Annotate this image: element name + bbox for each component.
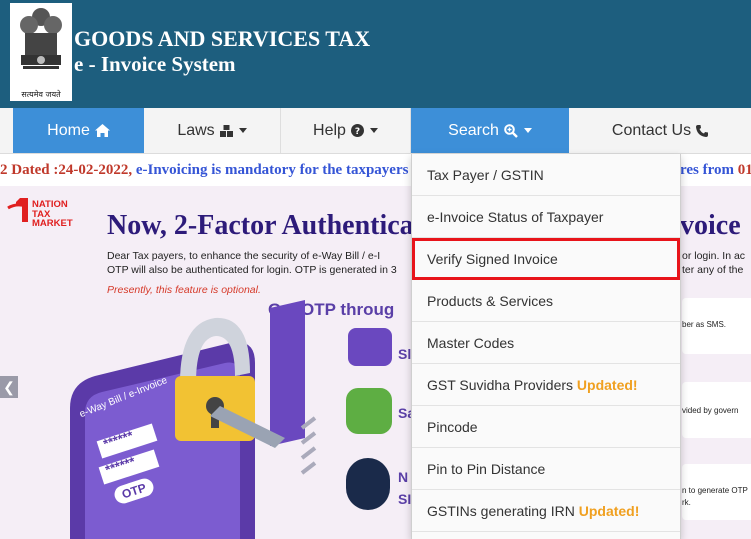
menu-item-gst-suvidha-providers[interactable]: GST Suvidha Providers Updated! <box>412 364 680 406</box>
chevron-down-icon <box>369 128 378 133</box>
menu-item-tax-payer-gstin[interactable]: Tax Payer / GSTIN <box>412 154 680 196</box>
search-plus-icon <box>504 123 518 138</box>
banner-headline-tail: voice <box>680 210 741 241</box>
menu-item-label: Tax Payer / GSTIN <box>427 167 544 183</box>
question-circle-icon: ? <box>350 124 364 137</box>
menu-item-products-services[interactable]: Products & Services <box>412 280 680 322</box>
side-card-text: vided by govern <box>682 406 739 415</box>
menu-item-pincode[interactable]: Pincode <box>412 406 680 448</box>
carousel-prev-arrow-icon[interactable]: ❮ <box>0 376 18 398</box>
menu-item-master-codes[interactable]: Master Codes <box>412 322 680 364</box>
nav-home[interactable]: Home <box>13 108 144 153</box>
ticker-date-tail: 01 <box>734 162 751 178</box>
side-info-card: ber as SMS. <box>682 298 751 354</box>
banner-paragraph-tail: ter any of the <box>682 264 744 276</box>
updated-badge: Updated! <box>578 503 640 519</box>
main-nav: Home Laws Help ? Search Contact Us <box>0 108 751 154</box>
nav-home-label: Home <box>47 121 90 139</box>
menu-item-label: Products & Services <box>427 293 554 309</box>
emblem-motto: सत्यमेव जयते <box>21 90 61 99</box>
menu-item-verify-signed-invoice[interactable]: Verify Signed Invoice <box>412 238 680 280</box>
menu-item-label: Master Codes <box>427 335 515 351</box>
nic-shield-app-icon <box>346 458 390 510</box>
search-dropdown-menu: Tax Payer / GSTIN e-Invoice Status of Ta… <box>411 154 681 539</box>
home-icon <box>94 124 110 137</box>
menu-item-label: GSTINs generating IRN <box>427 503 579 519</box>
svg-text:?: ? <box>355 127 360 137</box>
menu-item-label: e-Invoice Status of Taxpayer <box>427 209 604 225</box>
side-card-text: rk. <box>682 498 691 507</box>
cubes-icon <box>219 124 233 137</box>
menu-item-label: Verify Signed Invoice <box>427 251 558 267</box>
nav-search-label: Search <box>448 121 499 139</box>
chevron-down-icon <box>238 128 247 133</box>
phone-icon <box>696 124 709 137</box>
menu-item-label: GST Suvidha Providers <box>427 377 577 393</box>
banner-paragraph-line: OTP will also be authenticated for login… <box>107 264 397 276</box>
chevron-down-icon <box>523 128 532 133</box>
site-subtitle: e - Invoice System <box>74 52 236 76</box>
ticker-date: 2 Dated :24-02-2022, <box>0 162 133 178</box>
nav-help[interactable]: Help ? <box>281 108 411 153</box>
nation-tax-market-logo: NATION TAX MARKET <box>6 194 88 229</box>
side-card-text: ber as SMS. <box>682 320 727 329</box>
banner-paragraph-line: Dear Tax payers, to enhance the security… <box>107 250 381 262</box>
sms-chat-icon <box>348 328 392 366</box>
national-emblem-logo: सत्यमेव जयते <box>10 3 72 101</box>
menu-item-einvoice-status[interactable]: e-Invoice Status of Taxpayer <box>412 196 680 238</box>
nav-contact[interactable]: Contact Us <box>569 108 751 153</box>
menu-item-label: Pincode <box>427 419 478 435</box>
nav-contact-label: Contact Us <box>611 121 692 139</box>
nav-search[interactable]: Search <box>411 108 569 153</box>
ticker-message-tail: res from <box>680 162 735 178</box>
option-sms-label: Sl <box>398 346 412 362</box>
svg-text:MARKET: MARKET <box>32 218 73 226</box>
site-title: GOODS AND SERVICES TAX <box>74 26 371 51</box>
nav-help-label: Help <box>313 121 346 139</box>
menu-item-label: Pin to Pin Distance <box>427 461 546 477</box>
menu-item-gstins-generating-irn[interactable]: GSTINs generating IRN Updated! <box>412 490 680 532</box>
banner-headline: Now, 2-Factor Authenticat <box>107 210 423 241</box>
menu-item-pin-to-pin-distance[interactable]: Pin to Pin Distance <box>412 448 680 490</box>
sandes-app-icon <box>346 388 392 434</box>
updated-badge: Updated! <box>576 377 638 393</box>
side-info-card: n to generate OTP rk. <box>682 464 751 520</box>
side-info-card: vided by govern <box>682 382 751 438</box>
nav-laws[interactable]: Laws <box>144 108 281 153</box>
ticker-message: e-Invoicing is mandatory for the taxpaye… <box>132 162 409 178</box>
nav-laws-label: Laws <box>177 121 215 139</box>
side-card-text: n to generate OTP <box>682 486 748 495</box>
site-header: सत्यमेव जयते GOODS AND SERVICES TAX e - … <box>0 0 751 108</box>
option-nic-label: N <box>398 469 409 485</box>
option-nic-label: SI <box>398 491 412 507</box>
banner-paragraph-tail: or login. In ac <box>682 250 746 262</box>
